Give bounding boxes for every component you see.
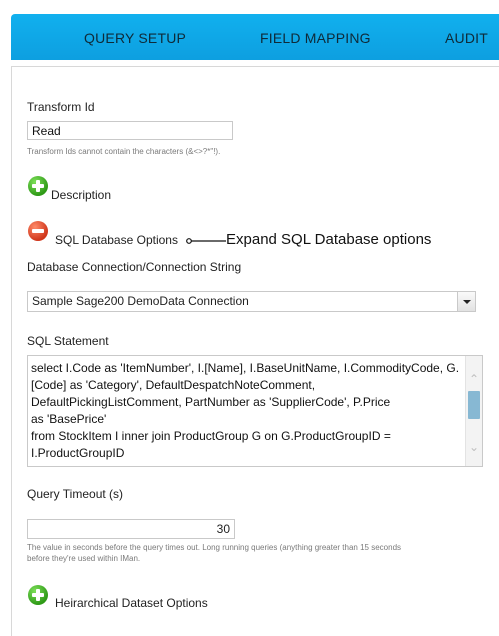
sql-options-section-label[interactable]: SQL Database Options — [55, 233, 178, 247]
sql-statement-text: select I.Code as 'ItemNumber', I.[Name],… — [31, 361, 460, 460]
connection-label: Database Connection/Connection String — [27, 260, 242, 274]
scroll-up-icon[interactable]: ⌃ — [469, 373, 479, 385]
description-section-label[interactable]: Description — [51, 188, 111, 202]
callout-annotation: Expand SQL Database options — [226, 231, 432, 248]
chevron-down-icon[interactable] — [457, 292, 475, 311]
sql-statement-textarea[interactable]: select I.Code as 'ItemNumber', I.[Name],… — [27, 355, 483, 467]
plus-circle-icon[interactable] — [28, 176, 48, 196]
query-timeout-hint-line2: before they're used within IMan. — [27, 554, 141, 563]
transform-id-hint: Transform Ids cannot contain the charact… — [27, 147, 221, 156]
query-timeout-input[interactable]: 30 — [27, 519, 235, 539]
tab-field-mapping[interactable]: FIELD MAPPING — [260, 30, 371, 46]
transform-id-label: Transform Id — [27, 100, 95, 114]
sql-scrollbar[interactable]: ⌃ ⌄ — [465, 356, 482, 466]
hierarchical-section-label[interactable]: Heirarchical Dataset Options — [55, 596, 208, 610]
query-timeout-label: Query Timeout (s) — [27, 487, 124, 501]
connection-select[interactable]: Sample Sage200 DemoData Connection — [27, 291, 476, 312]
scroll-down-icon[interactable]: ⌄ — [469, 441, 479, 453]
transform-id-input[interactable]: Read — [27, 121, 233, 140]
minus-circle-icon[interactable] — [28, 221, 48, 241]
tab-audit[interactable]: AUDIT — [445, 30, 488, 46]
scroll-thumb[interactable] — [468, 391, 480, 419]
connection-selected-value: Sample Sage200 DemoData Connection — [32, 294, 249, 308]
callout-connector — [186, 238, 226, 244]
plus-circle-icon[interactable] — [28, 585, 48, 605]
tab-bar: QUERY SETUP FIELD MAPPING AUDIT — [11, 14, 499, 60]
query-timeout-hint-line1: The value in seconds before the query ti… — [27, 543, 402, 552]
sql-statement-label: SQL Statement — [27, 334, 109, 348]
tab-query-setup[interactable]: QUERY SETUP — [84, 30, 186, 46]
